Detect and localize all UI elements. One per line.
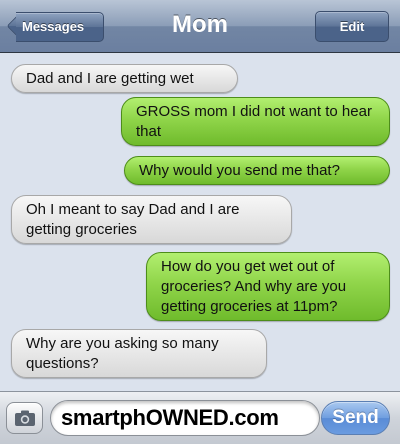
incoming-message-bubble: Why are you asking so many questions? (11, 329, 267, 378)
incoming-message-bubble: Dad and I are getting wet (11, 64, 238, 93)
message-thread: Dad and I are getting wet GROSS mom I di… (0, 54, 400, 390)
outgoing-message-bubble: Why would you send me that? (124, 156, 390, 185)
incoming-message-bubble: Oh I meant to say Dad and I are getting … (11, 195, 292, 244)
outgoing-message-bubble: How do you get wet out of groceries? And… (146, 252, 390, 321)
outgoing-message-bubble: GROSS mom I did not want to hear that (121, 97, 390, 146)
send-button[interactable]: Send (321, 401, 390, 435)
navigation-bar: Messages Mom Edit (0, 0, 400, 53)
message-text-field[interactable]: smartphOWNED.com (50, 400, 320, 436)
camera-icon (15, 410, 35, 426)
message-input-bar: smartphOWNED.com Send (0, 391, 400, 444)
camera-button[interactable] (6, 402, 43, 434)
edit-button[interactable]: Edit (315, 11, 389, 42)
